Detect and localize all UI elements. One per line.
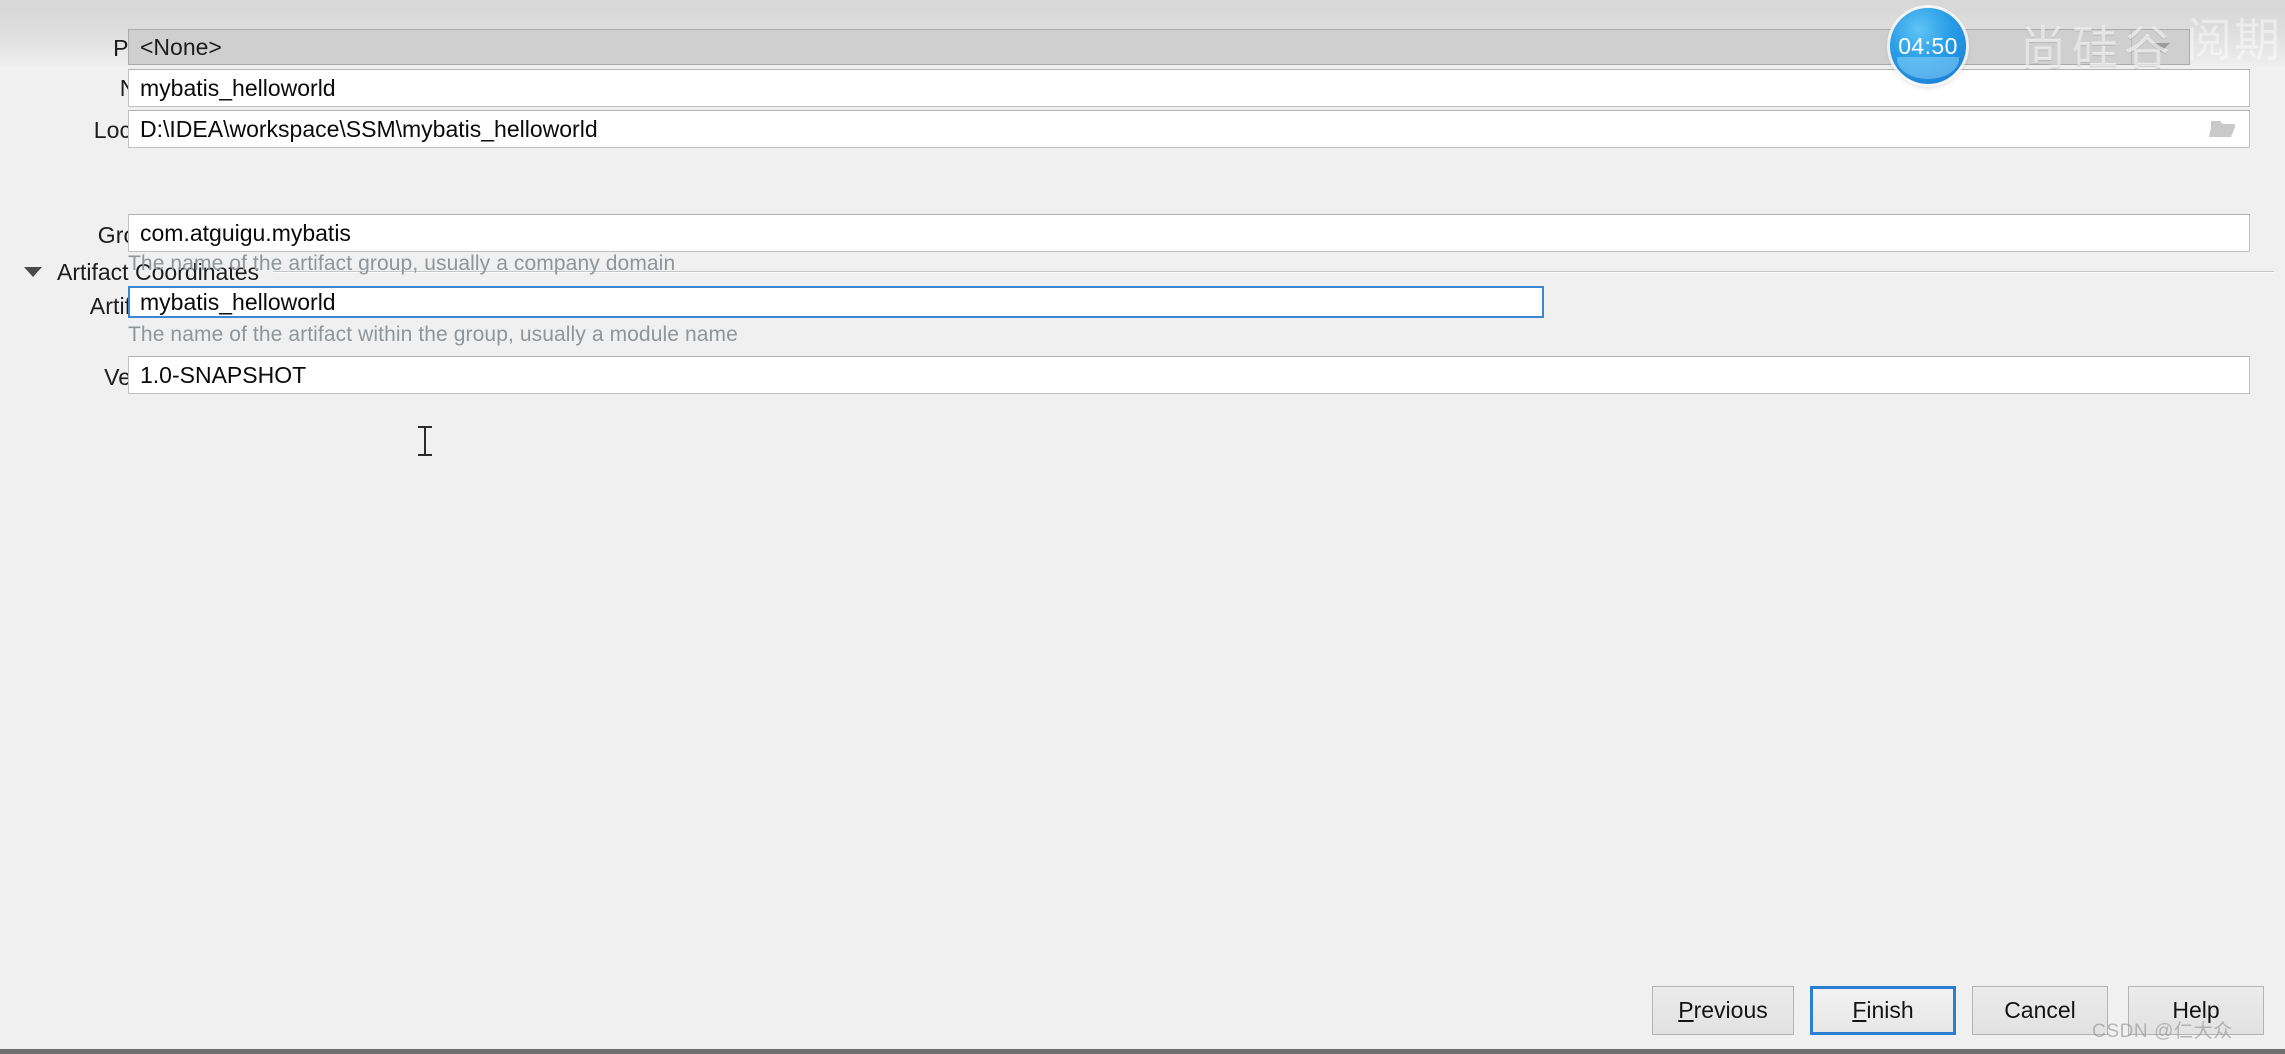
location-input[interactable]: D:\IDEA\workspace\SSM\mybatis_helloworld [128, 110, 2250, 148]
groupid-input[interactable]: com.atguigu.mybatis [128, 214, 2250, 252]
chevron-down-icon[interactable] [24, 267, 42, 277]
recording-timer-badge: 04:50 [1890, 8, 1966, 84]
location-input-value: D:\IDEA\workspace\SSM\mybatis_helloworld [140, 115, 598, 142]
version-input-value: 1.0-SNAPSHOT [140, 361, 307, 388]
parent-value: <None> [140, 33, 222, 60]
cancel-button-label: Cancel [2004, 997, 2076, 1023]
previous-button[interactable]: Previous [1652, 986, 1794, 1035]
name-input-value: mybatis_helloworld [140, 74, 336, 101]
chevron-down-icon[interactable] [2131, 30, 2189, 64]
finish-button[interactable]: Finish [1810, 986, 1956, 1035]
folder-icon[interactable] [2207, 115, 2241, 143]
help-button[interactable]: Help [2128, 986, 2264, 1035]
help-button-label: Help [2172, 997, 2220, 1023]
new-project-maven-dialog: Parent: <None> Name: mybatis_helloworld … [0, 0, 2285, 1054]
artifactid-input[interactable]: mybatis_helloworld [128, 286, 1544, 318]
groupid-input-value: com.atguigu.mybatis [140, 219, 351, 246]
parent-combobox[interactable]: <None> [128, 29, 2190, 65]
artifactid-input-value: mybatis_helloworld [140, 288, 336, 315]
previous-button-label: revious [1693, 997, 1768, 1023]
recording-timer-value: 04:50 [1898, 32, 1958, 59]
dialog-button-bar: Previous Finish Cancel Help [0, 968, 2285, 1054]
previous-button-mnemonic: P [1678, 997, 1694, 1023]
version-input[interactable]: 1.0-SNAPSHOT [128, 356, 2250, 394]
cancel-button[interactable]: Cancel [1972, 986, 2108, 1035]
artifactid-hint: The name of the artifact within the grou… [128, 323, 738, 346]
finish-button-label: inish [1866, 997, 1914, 1023]
text-cursor-icon [418, 424, 432, 458]
groupid-hint: The name of the artifact group, usually … [128, 252, 676, 275]
finish-button-mnemonic: F [1852, 997, 1867, 1023]
